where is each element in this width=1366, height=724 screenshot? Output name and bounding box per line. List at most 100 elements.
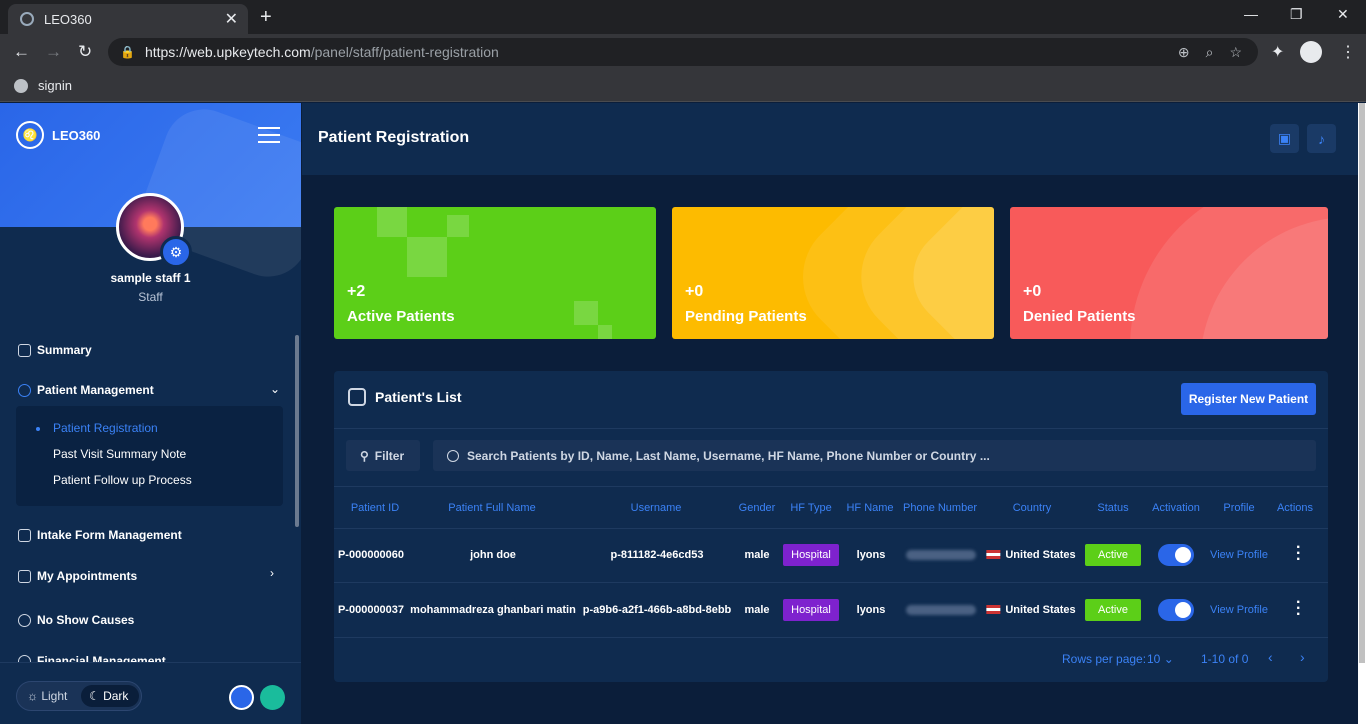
extensions-icon[interactable]: ✦	[1271, 42, 1284, 62]
cell-gender: male	[744, 604, 770, 616]
tab-title: LEO360	[44, 11, 92, 27]
sidebar-item-patient-registration[interactable]: Patient Registration	[53, 421, 158, 435]
theme-light-option[interactable]: ☼ Light	[27, 689, 67, 703]
sidebar-item-follow-up[interactable]: Patient Follow up Process	[53, 473, 192, 487]
color-option-teal[interactable]	[260, 685, 285, 710]
cell-gender: male	[744, 549, 770, 561]
status-badge: Active	[1085, 599, 1141, 621]
more-icon[interactable]: ⋮	[1340, 42, 1356, 62]
bookmarks-bar: signin	[0, 70, 1366, 102]
bell-icon[interactable]: ♪	[1307, 124, 1336, 153]
phone-number-redacted	[906, 550, 976, 560]
browser-tab[interactable]: LEO360 ✕	[8, 4, 248, 34]
activation-toggle[interactable]	[1158, 599, 1194, 621]
sidebar-item-summary[interactable]: Summary	[18, 343, 92, 357]
menu-toggle-icon[interactable]	[258, 127, 280, 148]
forward-icon[interactable]: →	[45, 42, 62, 62]
restore-icon[interactable]: ❐	[1290, 6, 1303, 23]
sidebar-footer: ☼ Light ☾ Dark	[0, 662, 301, 724]
us-flag-icon	[986, 605, 1001, 614]
more-actions-icon[interactable]: · · ·	[1296, 540, 1301, 568]
lion-logo-icon: ♌	[16, 121, 44, 149]
lock-icon: 🔒	[120, 45, 135, 59]
prev-page-icon[interactable]: ‹	[1268, 649, 1273, 665]
sidebar-item-past-visit-summary[interactable]: Past Visit Summary Note	[53, 447, 186, 461]
us-flag-icon	[986, 550, 1001, 559]
col-header[interactable]: Actions	[1277, 502, 1313, 514]
sidebar-scrollbar[interactable]	[295, 335, 299, 527]
register-new-patient-button[interactable]: Register New Patient	[1181, 383, 1316, 415]
back-icon[interactable]: ←	[13, 42, 30, 62]
search-input[interactable]: Search Patients by ID, Name, Last Name, …	[433, 440, 1316, 471]
chevron-right-icon[interactable]: ›	[270, 566, 274, 580]
more-actions-icon[interactable]: · · ·	[1296, 595, 1301, 623]
sidebar-item-label: No Show Causes	[37, 613, 135, 627]
sidebar-item-patient-management[interactable]: Patient Management	[18, 383, 154, 397]
col-header[interactable]: Phone Number	[903, 502, 977, 514]
chevron-down-icon[interactable]: ⌄	[270, 382, 280, 396]
window-close-icon[interactable]: ✕	[1337, 6, 1349, 23]
cell-username: p-811182-4e6cd53	[610, 549, 704, 561]
col-header[interactable]: HF Name	[846, 502, 893, 514]
page-range: 1-10 of 0	[1201, 652, 1249, 666]
sidebar-item-no-show-causes[interactable]: No Show Causes	[18, 613, 134, 627]
sidebar-item-intake-form[interactable]: Intake Form Management	[18, 528, 182, 542]
col-header[interactable]: Country	[1013, 502, 1052, 514]
col-header[interactable]: Patient ID	[351, 502, 399, 514]
filter-button[interactable]: ⚲ Filter	[346, 440, 420, 471]
pending-count: +0	[685, 283, 704, 300]
page-scrollbar[interactable]	[1358, 103, 1366, 724]
cell-full-name: mohammadreza ghanbari matin	[410, 604, 576, 616]
chat-icon[interactable]: ▣	[1270, 124, 1299, 153]
col-header[interactable]: HF Type	[790, 502, 831, 514]
theme-toggle[interactable]: ☼ Light ☾ Dark	[16, 681, 142, 711]
col-header[interactable]: Username	[631, 502, 682, 514]
col-header[interactable]: Activation	[1152, 502, 1200, 514]
pending-patients-card[interactable]: +0 Pending Patients	[672, 207, 994, 339]
add-icon[interactable]: ⊕	[1178, 44, 1190, 61]
address-bar[interactable]: 🔒 https://web.upkeytech.com /panel/staff…	[108, 38, 1258, 66]
denied-patients-card[interactable]: +0 Denied Patients	[1010, 207, 1328, 339]
col-header[interactable]: Status	[1097, 502, 1128, 514]
view-profile-link[interactable]: View Profile	[1210, 549, 1268, 561]
status-badge: Active	[1085, 544, 1141, 566]
minimize-icon[interactable]: —	[1244, 6, 1258, 22]
zoom-icon[interactable]: ⌕	[1206, 44, 1214, 61]
new-tab-button[interactable]: +	[260, 6, 272, 29]
user-role: Staff	[138, 290, 163, 304]
reload-icon[interactable]: ↻	[78, 42, 92, 62]
tab-close-icon[interactable]: ✕	[225, 9, 238, 29]
phone-number-redacted	[906, 605, 976, 615]
globe-icon	[14, 78, 28, 93]
sidebar-item-label: My Appointments	[37, 569, 138, 583]
main-content: Patient Registration ▣ ♪ +2 Active Patie…	[302, 103, 1366, 724]
col-header[interactable]: Patient Full Name	[448, 502, 535, 514]
settings-gear-icon[interactable]: ⚙	[160, 236, 192, 268]
brand-logo[interactable]: ♌ LEO360	[16, 121, 100, 149]
user-name: sample staff 1	[110, 271, 191, 285]
view-profile-link[interactable]: View Profile	[1210, 604, 1268, 616]
star-icon[interactable]: ☆	[1229, 44, 1242, 61]
col-header[interactable]: Gender	[739, 502, 776, 514]
search-icon	[447, 449, 459, 462]
shield-icon	[18, 613, 31, 627]
filter-icon: ⚲	[360, 448, 369, 463]
color-option-blue[interactable]	[229, 685, 254, 710]
rows-per-page-select[interactable]: 10 ⌄	[1147, 652, 1174, 666]
brand-name: LEO360	[52, 127, 101, 143]
next-page-icon[interactable]: ›	[1300, 649, 1305, 665]
page-title: Patient Registration	[318, 129, 470, 146]
sidebar-item-my-appointments[interactable]: My Appointments	[18, 569, 137, 583]
calendar-icon	[18, 569, 31, 583]
activation-toggle[interactable]	[1158, 544, 1194, 566]
col-header[interactable]: Profile	[1223, 502, 1254, 514]
sidebar-item-label: Patient Management	[37, 383, 154, 397]
hf-type-badge: Hospital	[783, 544, 839, 566]
bookmark-signin[interactable]: signin	[38, 78, 72, 93]
profile-icon[interactable]	[1300, 41, 1322, 63]
active-patients-card[interactable]: +2 Active Patients	[334, 207, 656, 339]
theme-dark-option[interactable]: ☾ Dark	[81, 685, 139, 707]
denied-count: +0	[1023, 283, 1042, 300]
patients-list-title: Patient's List	[348, 388, 462, 406]
sidebar: ♌ LEO360 ⚙ sample staff 1 Staff Summary …	[0, 103, 301, 724]
